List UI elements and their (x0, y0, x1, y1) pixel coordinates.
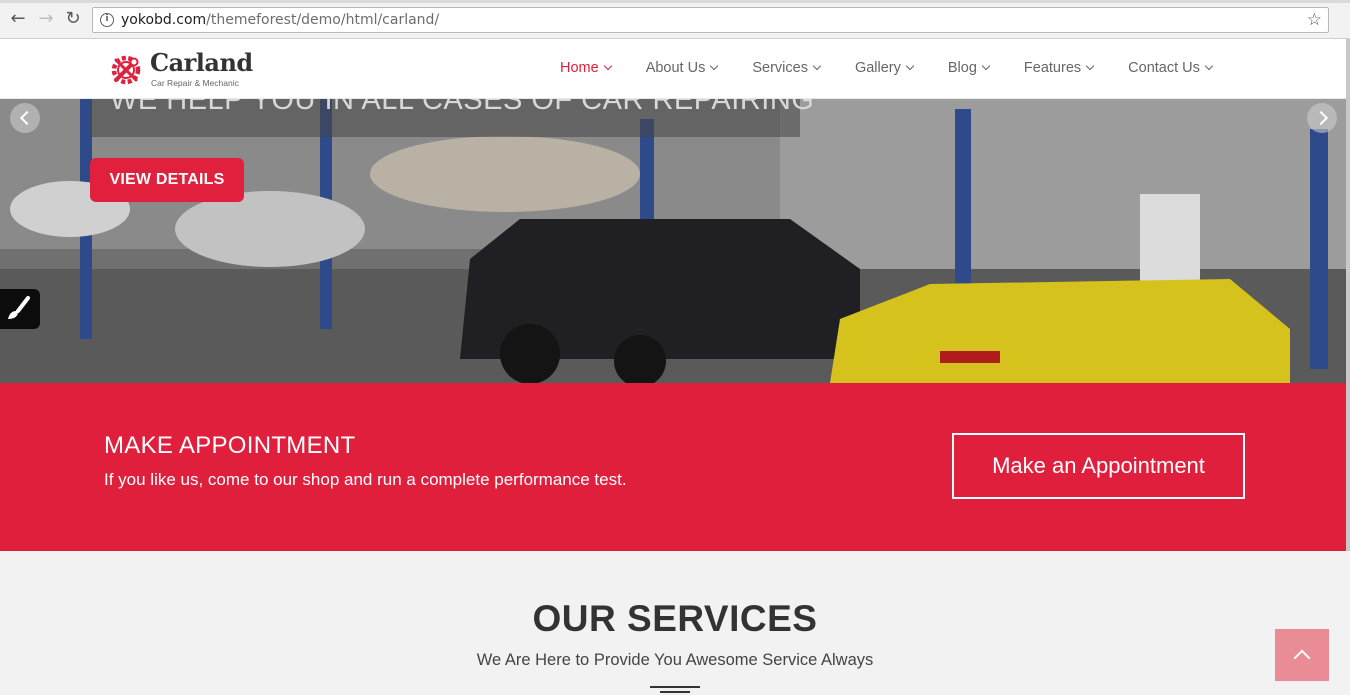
services-section: OUR SERVICES We Are Here to Provide You … (0, 551, 1350, 695)
chevron-down-icon (981, 61, 991, 71)
nav-item-features[interactable]: Features (1023, 57, 1095, 79)
address-bar[interactable]: i yokobd.com/themeforest/demo/html/carla… (92, 7, 1329, 33)
nav-item-label: Features (1023, 60, 1082, 76)
services-subtitle: We Are Here to Provide You Awesome Servi… (476, 651, 874, 669)
nav-item-label: Gallery (854, 60, 901, 76)
reload-icon[interactable]: ↻ (63, 9, 83, 29)
slider-prev-icon[interactable] (10, 103, 40, 133)
chevron-down-icon (905, 61, 915, 71)
chevron-down-icon (1204, 61, 1214, 71)
nav-item-blog[interactable]: Blog (947, 57, 991, 79)
back-to-top-button[interactable] (1275, 629, 1329, 681)
style-switcher-button[interactable] (0, 289, 40, 329)
appointment-title: MAKE APPOINTMENT (104, 432, 356, 459)
url-host: yokobd.com (121, 12, 207, 28)
url-path: /themeforest/demo/html/carland/ (206, 12, 440, 28)
back-arrow-icon[interactable]: ← (8, 9, 28, 29)
section-divider (650, 686, 700, 688)
appointment-text: If you like us, come to our shop and run… (104, 470, 627, 489)
site-header: Carland Car Repair & Mechanic Home About… (0, 39, 1346, 99)
section-divider (660, 691, 690, 693)
hero-headline: WE HELP YOU IN ALL CASES OF CAR REPAIRIN… (110, 99, 815, 116)
chevron-down-icon (603, 61, 612, 71)
nav-item-label: Blog (947, 60, 977, 76)
nav-item-services[interactable]: Services (752, 57, 822, 79)
chevron-down-icon (1085, 61, 1095, 71)
nav-item-label: Services (752, 60, 808, 76)
appointment-section: MAKE APPOINTMENT If you like us, come to… (0, 383, 1346, 551)
tab-strip (0, 0, 1350, 3)
logo-tagline: Car Repair & Mechanic (151, 78, 239, 88)
forward-arrow-icon[interactable]: → (36, 9, 56, 29)
url-text[interactable]: yokobd.com/themeforest/demo/html/carland… (121, 12, 439, 28)
slider-next-icon[interactable] (1307, 103, 1337, 133)
garage-background-image (0, 99, 1346, 383)
nav-item-label: Contact Us (1128, 60, 1200, 76)
logo-title: Carland (150, 48, 253, 77)
paintbrush-icon (8, 296, 30, 319)
main-navigation: Home About Us Services Gallery Blog Feat… (560, 57, 1247, 79)
info-icon[interactable]: i (100, 13, 114, 27)
nav-item-about-us[interactable]: About Us (645, 57, 719, 79)
chevron-down-icon (710, 61, 719, 71)
nav-item-label: About Us (645, 60, 706, 76)
gear-wrench-icon (111, 55, 141, 85)
browser-toolbar: ← → ↻ i yokobd.com/themeforest/demo/html… (0, 0, 1350, 39)
view-details-button[interactable]: VIEW DETAILS (90, 158, 244, 202)
star-icon[interactable]: ☆ (1307, 10, 1322, 30)
nav-item-home[interactable]: Home (560, 57, 612, 79)
logo[interactable]: Carland Car Repair & Mechanic (107, 48, 257, 89)
page-scrollbar[interactable] (1346, 39, 1350, 554)
make-appointment-button[interactable]: Make an Appointment (952, 433, 1245, 499)
nav-item-contact-us[interactable]: Contact Us (1128, 57, 1214, 79)
nav-item-gallery[interactable]: Gallery (854, 57, 915, 79)
hero-slider: WE HELP YOU IN ALL CASES OF CAR REPAIRIN… (0, 99, 1346, 383)
services-title: OUR SERVICES (532, 598, 818, 639)
nav-item-label: Home (560, 60, 599, 76)
chevron-down-icon (812, 61, 822, 71)
